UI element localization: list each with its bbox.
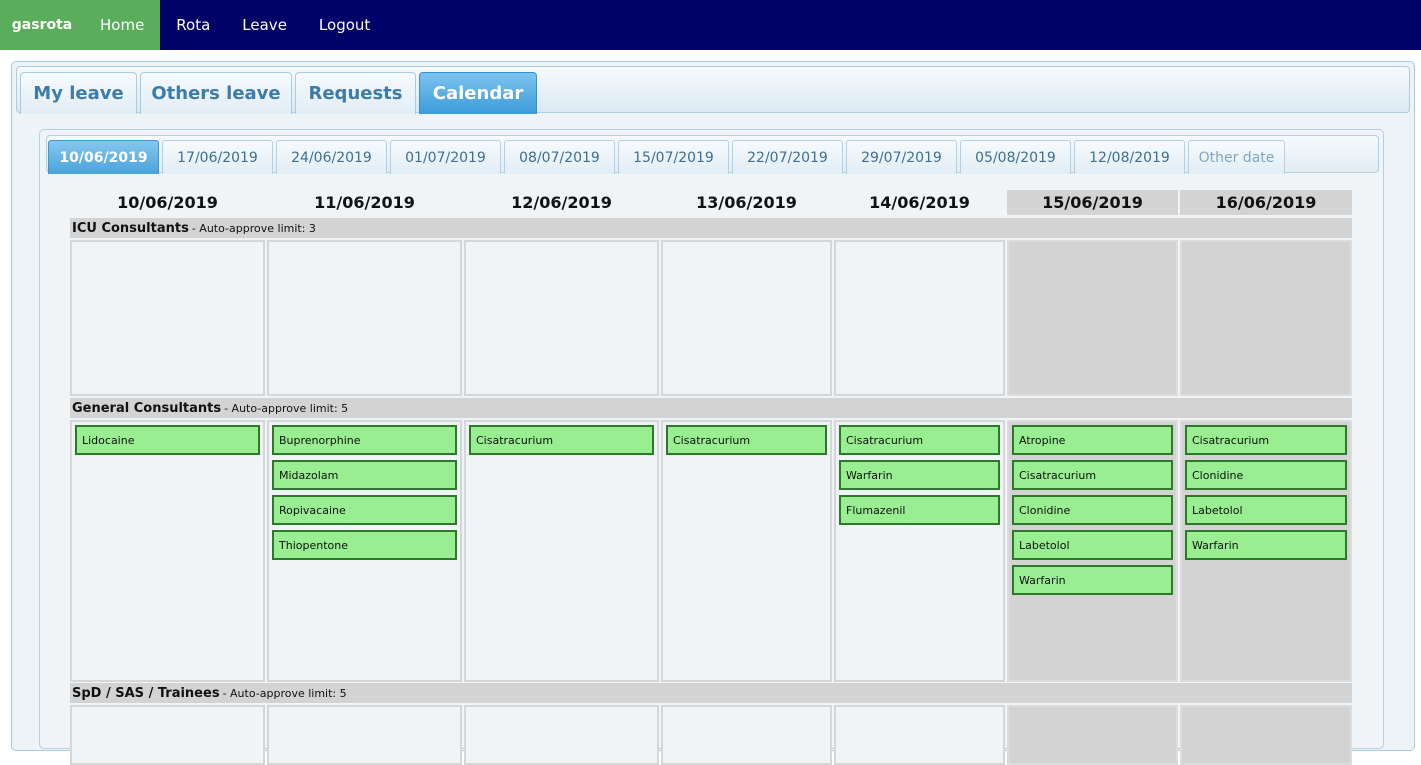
group-header: SpD / SAS / Trainees - Auto-approve limit…	[70, 683, 1352, 703]
leave-entry[interactable]: Cisatracurium	[1012, 460, 1173, 490]
nav-logout[interactable]: Logout	[303, 0, 386, 50]
leave-entry[interactable]: Clonidine	[1012, 495, 1173, 525]
group-name: ICU Consultants	[72, 220, 189, 236]
day-cell: Cisatracurium	[464, 420, 659, 682]
nav-leave[interactable]: Leave	[226, 0, 303, 50]
day-cell	[1180, 705, 1352, 765]
day-header: 14/06/2019	[869, 193, 970, 212]
day-cell	[834, 240, 1005, 396]
day-cell: Atropine Cisatracurium Clonidine Labetolol W…	[1007, 420, 1178, 682]
auto-approve-limit: - Auto-approve limit: 5	[222, 686, 347, 700]
day-cell: Cisatracurium Warfarin Flumazenil	[834, 420, 1005, 682]
week-tab[interactable]: 29/07/2019	[846, 140, 957, 174]
week-tab-other-date[interactable]: Other date	[1188, 140, 1285, 174]
auto-approve-limit: - Auto-approve limit: 5	[224, 401, 349, 415]
day-cell	[267, 240, 462, 396]
group-header: ICU Consultants - Auto-approve limit: 3	[70, 218, 1352, 238]
leave-entry[interactable]: Thiopentone	[272, 530, 457, 560]
week-tab[interactable]: 22/07/2019	[732, 140, 843, 174]
leave-entry[interactable]: Warfarin	[1012, 565, 1173, 595]
leave-entry[interactable]: Cisatracurium	[1185, 425, 1347, 455]
auto-approve-limit: - Auto-approve limit: 3	[191, 221, 316, 235]
day-cell	[70, 705, 265, 765]
top-navbar: gasrota Home Rota Leave Logout	[0, 0, 1421, 50]
week-tab[interactable]: 24/06/2019	[276, 140, 387, 174]
nav-rota[interactable]: Rota	[160, 0, 226, 50]
day-cell	[70, 240, 265, 396]
day-cell: Lidocaine	[70, 420, 265, 682]
group-name: SpD / SAS / Trainees	[72, 685, 220, 701]
day-cell	[661, 705, 832, 765]
week-tab[interactable]: 15/07/2019	[618, 140, 729, 174]
day-header: 16/06/2019	[1180, 190, 1352, 215]
leave-entry[interactable]: Cisatracurium	[666, 425, 827, 455]
day-cell	[1007, 240, 1178, 396]
brand-logo[interactable]: gasrota	[0, 0, 84, 50]
leave-entry[interactable]: Midazolam	[272, 460, 457, 490]
week-tab[interactable]: 05/08/2019	[960, 140, 1071, 174]
day-header: 12/06/2019	[511, 193, 612, 212]
day-cell	[1007, 705, 1178, 765]
day-header: 10/06/2019	[117, 193, 218, 212]
week-tab[interactable]: 10/06/2019	[48, 140, 159, 174]
tab-calendar[interactable]: Calendar	[419, 72, 537, 114]
leave-entry[interactable]: Clonidine	[1185, 460, 1347, 490]
main-tab-bar: My leave Others leave Requests Calendar	[16, 66, 1410, 114]
week-tab[interactable]: 08/07/2019	[504, 140, 615, 174]
tab-my-leave[interactable]: My leave	[20, 72, 137, 114]
leave-entry[interactable]: Labetolol	[1012, 530, 1173, 560]
group-name: General Consultants	[72, 400, 222, 416]
day-cell: Cisatracurium	[661, 420, 832, 682]
day-cell: Cisatracurium Clonidine Labetolol Warfarin	[1180, 420, 1352, 682]
day-cell	[267, 705, 462, 765]
day-cell	[834, 705, 1005, 765]
tab-others-leave[interactable]: Others leave	[140, 72, 292, 114]
leave-entry[interactable]: Warfarin	[839, 460, 1000, 490]
leave-entry[interactable]: Warfarin	[1185, 530, 1347, 560]
tab-requests[interactable]: Requests	[295, 72, 416, 114]
leave-entry[interactable]: Buprenorphine	[272, 425, 457, 455]
day-header: 11/06/2019	[314, 193, 415, 212]
day-header: 13/06/2019	[696, 193, 797, 212]
nav-home[interactable]: Home	[84, 0, 161, 50]
leave-entry[interactable]: Flumazenil	[839, 495, 1000, 525]
week-tab[interactable]: 01/07/2019	[390, 140, 501, 174]
leave-entry[interactable]: Lidocaine	[75, 425, 260, 455]
week-tab-bar: 10/06/2019 17/06/2019 24/06/2019 01/07/2019…	[46, 135, 1379, 174]
day-cell	[1180, 240, 1352, 396]
day-cell	[464, 705, 659, 765]
week-tab[interactable]: 12/08/2019	[1074, 140, 1185, 174]
leave-entry[interactable]: Cisatracurium	[469, 425, 654, 455]
leave-entry[interactable]: Atropine	[1012, 425, 1173, 455]
day-cell	[661, 240, 832, 396]
group-header: General Consultants - Auto-approve limit:…	[70, 398, 1352, 418]
day-cell: Buprenorphine Midazolam Ropivacaine Thiopen…	[267, 420, 462, 682]
day-header: 15/06/2019	[1007, 190, 1178, 215]
leave-entry[interactable]: Ropivacaine	[272, 495, 457, 525]
leave-entry[interactable]: Cisatracurium	[839, 425, 1000, 455]
day-cell	[464, 240, 659, 396]
week-tab[interactable]: 17/06/2019	[162, 140, 273, 174]
leave-entry[interactable]: Labetolol	[1185, 495, 1347, 525]
